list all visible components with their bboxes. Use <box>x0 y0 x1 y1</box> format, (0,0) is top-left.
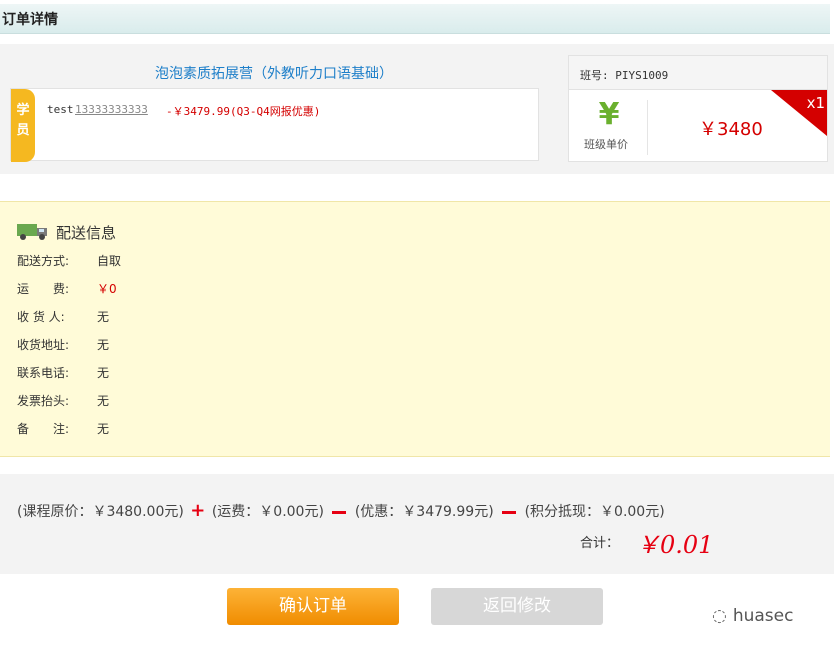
page-title: 订单详情 <box>2 12 58 28</box>
delivery-key: 配送方式: <box>17 254 70 268</box>
delivery-row-fee: 运 费: ￥0 <box>17 280 117 297</box>
class-divider <box>647 100 648 155</box>
delivery-key: 发票抬头: <box>17 394 70 408</box>
class-number: 班号: PIYS1009 <box>580 69 669 82</box>
class-head: 班号: PIYS1009 <box>569 56 827 90</box>
delivery-value: 无 <box>97 366 110 380</box>
class-box: 班号: PIYS1009 ¥ 班级单价 ￥3480 x1 <box>568 55 828 162</box>
unit-price: ￥3480 <box>699 119 763 140</box>
back-edit-button[interactable]: 返回修改 <box>431 588 603 625</box>
quantity-badge: x1 <box>806 94 825 112</box>
delivery-title: 配送信息 <box>56 224 117 242</box>
confirm-order-button[interactable]: 确认订单 <box>227 588 399 625</box>
student-tag: 学员 <box>11 89 35 162</box>
header-bar: 订单详情 <box>0 4 830 34</box>
discount-price: (优惠：￥3479.99元) <box>354 504 494 520</box>
delivery-key: 联系电话: <box>17 366 70 380</box>
shipping-price: (运费：￥0.00元) <box>211 504 324 520</box>
delivery-key: 收货地址: <box>17 338 70 352</box>
delivery-value: 无 <box>97 394 110 408</box>
delivery-value: 无 <box>97 310 110 324</box>
delivery-row-invoice: 发票抬头: 无 <box>17 392 109 409</box>
student-tag-label: 学员 <box>16 103 30 138</box>
delivery-key: 运 费: <box>17 282 70 296</box>
delivery-key: 备 注: <box>17 422 70 436</box>
yen-icon: ¥ <box>598 97 620 132</box>
delivery-value: 自取 <box>97 254 122 268</box>
unit-price-label: 班级单价 <box>584 138 628 151</box>
delivery-row-method: 配送方式: 自取 <box>17 252 121 269</box>
delivery-value: 无 <box>97 338 110 352</box>
course-title: 泡泡素质拓展营（外教听力口语基础） <box>155 66 393 82</box>
delivery-section: 配送信息 配送方式: 自取 运 费: ￥0 收 货 人: 无 收货地址: 无 联系电话:… <box>0 201 830 457</box>
total-label: 合计： <box>580 536 620 551</box>
delivery-key: 收 货 人: <box>17 310 65 324</box>
wechat-icon: ◌ <box>712 606 727 626</box>
student-box: 学员 test 13333333333 -￥3479.99(Q3-Q4网报优惠) <box>10 88 539 162</box>
truck-icon <box>17 224 47 240</box>
student-name: test <box>47 103 74 116</box>
price-formula: (课程原价：￥3480.00元) + (运费：￥0.00元) (优惠：￥3479… <box>17 500 665 521</box>
delivery-value: 无 <box>97 422 110 436</box>
watermark: ◌ huasec <box>712 606 793 626</box>
minus-icon <box>332 510 347 514</box>
delivery-row-remark: 备 注: 无 <box>17 420 109 437</box>
student-discount-price: -￥3479.99(Q3-Q4网报优惠) <box>166 105 321 118</box>
student-phone-link[interactable]: 13333333333 <box>75 103 148 116</box>
delivery-value: ￥0 <box>97 282 117 296</box>
original-price: (课程原价：￥3480.00元) <box>17 504 184 520</box>
delivery-row-address: 收货地址: 无 <box>17 336 109 353</box>
total-value: ￥0.01 <box>636 531 714 559</box>
points-price: (积分抵现：￥0.00元) <box>524 504 665 520</box>
watermark-text: huasec <box>732 606 794 626</box>
price-summary: (课程原价：￥3480.00元) + (运费：￥0.00元) (优惠：￥3479… <box>0 474 834 574</box>
plus-icon: + <box>190 500 206 521</box>
delivery-row-receiver: 收 货 人: 无 <box>17 308 109 325</box>
minus-icon <box>502 510 517 514</box>
delivery-row-phone: 联系电话: 无 <box>17 364 109 381</box>
